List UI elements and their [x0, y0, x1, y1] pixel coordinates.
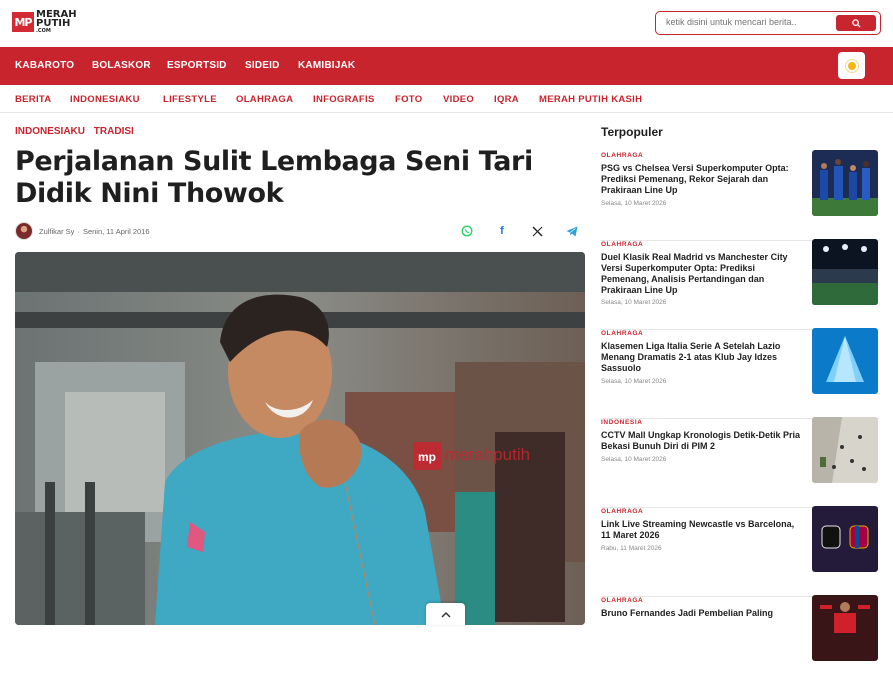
popular-item-category[interactable]: OLAHRAGA [601, 152, 643, 159]
popular-item-category[interactable]: OLAHRAGA [601, 508, 643, 515]
article-byline: Zulfikar Sy · Senin, 11 April 2016 [15, 222, 150, 240]
share-facebook-button[interactable]: f [494, 223, 510, 239]
popular-item-date: Selasa, 10 Maret 2026 [601, 378, 667, 385]
tag-tradisi[interactable]: TRADISI [94, 126, 134, 137]
main-nav: KABAROTO BOLASKOR ESPORTSID SIDEID KAMIB… [0, 47, 893, 85]
site-logo[interactable]: MP MERAH PUTIH .COM [12, 10, 77, 34]
facebook-icon: f [500, 225, 504, 237]
logo-line-2: PUTIH [36, 18, 71, 29]
share-whatsapp-button[interactable] [459, 223, 475, 239]
popular-item-thumbnail[interactable] [812, 239, 878, 305]
tag-indonesiaku[interactable]: INDONESIAKU [15, 126, 85, 137]
popular-item-thumbnail[interactable] [812, 417, 878, 483]
subnav-video[interactable]: VIDEO [443, 94, 474, 105]
sun-icon [847, 61, 856, 70]
theme-toggle-button[interactable] [838, 52, 865, 79]
popular-item-thumbnail[interactable] [812, 506, 878, 572]
search-input[interactable] [666, 17, 826, 27]
popular-item-date: Selasa, 10 Maret 2026 [601, 299, 667, 306]
subnav-merah-putih-kasih[interactable]: MERAH PUTIH KASIH [539, 94, 642, 105]
category-nav: BERITA INDONESIAKU LIFESTYLE OLAHRAGA IN… [0, 85, 893, 113]
x-icon [532, 226, 542, 236]
popular-item-category[interactable]: OLAHRAGA [601, 597, 643, 604]
nav-bolaskor[interactable]: BOLASKOR [92, 60, 151, 71]
nav-kabaroto[interactable]: KABAROTO [15, 60, 74, 71]
subnav-infografis[interactable]: INFOGRAFIS [313, 94, 375, 105]
popular-item-headline[interactable]: CCTV Mall Ungkap Kronologis Detik-Detik … [601, 430, 801, 452]
popular-item-category[interactable]: OLAHRAGA [601, 330, 643, 337]
popular-item-category[interactable]: OLAHRAGA [601, 241, 643, 248]
popular-item-thumbnail[interactable] [812, 328, 878, 394]
svg-text:mp: mp [418, 450, 436, 464]
logo-mark: MP [12, 12, 34, 32]
hero-photo: mp merahputih [15, 252, 585, 625]
popular-item-date: Selasa, 10 Maret 2026 [601, 456, 667, 463]
popular-item-thumbnail[interactable] [812, 595, 878, 661]
article-date: Senin, 11 April 2016 [82, 226, 150, 236]
popular-item[interactable]: OLAHRAGA Link Live Streaming Newcastle v… [601, 506, 879, 597]
search-icon [851, 18, 861, 28]
popular-item[interactable]: INDONESIA CCTV Mall Ungkap Kronologis De… [601, 417, 879, 508]
photo-watermark: merahputih [445, 445, 530, 464]
popular-item[interactable]: OLAHRAGA Duel Klasik Real Madrid vs Manc… [601, 239, 879, 330]
share-telegram-button[interactable] [564, 223, 580, 239]
subnav-indonesiaku[interactable]: INDONESIAKU [70, 94, 140, 105]
popular-item-headline[interactable]: Bruno Fernandes Jadi Pembelian Paling [601, 608, 801, 619]
sidebar-title: Terpopuler [601, 125, 663, 139]
subnav-olahraga[interactable]: OLAHRAGA [236, 94, 293, 105]
nav-esportsid[interactable]: ESPORTSID [167, 60, 227, 71]
popular-item[interactable]: OLAHRAGA Klasemen Liga Italia Serie A Se… [601, 328, 879, 419]
telegram-icon [566, 226, 578, 236]
popular-item[interactable]: OLAHRAGA Bruno Fernandes Jadi Pembelian … [601, 595, 879, 686]
popular-item-headline[interactable]: PSG vs Chelsea Versi Superkomputer Opta:… [601, 163, 801, 196]
scroll-to-top-button[interactable] [426, 603, 465, 625]
nav-kamibijak[interactable]: KAMIBIJAK [298, 60, 355, 71]
subnav-berita[interactable]: BERITA [15, 94, 51, 105]
article-title: Perjalanan Sulit Lembaga Seni Tari Didik… [15, 146, 533, 209]
top-header: MP MERAH PUTIH .COM [0, 0, 893, 47]
subnav-lifestyle[interactable]: LIFESTYLE [163, 94, 217, 105]
subnav-foto[interactable]: FOTO [395, 94, 422, 105]
share-x-button[interactable] [529, 223, 545, 239]
search-button[interactable] [836, 15, 876, 31]
author-avatar [15, 222, 33, 240]
chevron-up-icon [440, 611, 451, 618]
article-hero-image: mp merahputih [15, 252, 585, 625]
author-name[interactable]: Zulfikar Sy [39, 227, 74, 236]
search-box [655, 11, 881, 35]
popular-item-headline[interactable]: Klasemen Liga Italia Serie A Setelah Laz… [601, 341, 801, 374]
popular-item-date: Selasa, 10 Maret 2026 [601, 200, 667, 207]
subnav-iqra[interactable]: IQRA [494, 94, 519, 105]
popular-item-thumbnail[interactable] [812, 150, 878, 216]
popular-item-headline[interactable]: Duel Klasik Real Madrid vs Manchester Ci… [601, 252, 801, 296]
popular-item-headline[interactable]: Link Live Streaming Newcastle vs Barcelo… [601, 519, 801, 541]
popular-item[interactable]: OLAHRAGA PSG vs Chelsea Versi Superkompu… [601, 150, 879, 241]
article-tags: INDONESIAKU TRADISI [15, 126, 140, 137]
popular-item-date: Rabu, 11 Maret 2026 [601, 545, 662, 552]
nav-sideid[interactable]: SIDEID [245, 60, 280, 71]
popular-item-category[interactable]: INDONESIA [601, 419, 643, 426]
whatsapp-icon [461, 225, 473, 237]
